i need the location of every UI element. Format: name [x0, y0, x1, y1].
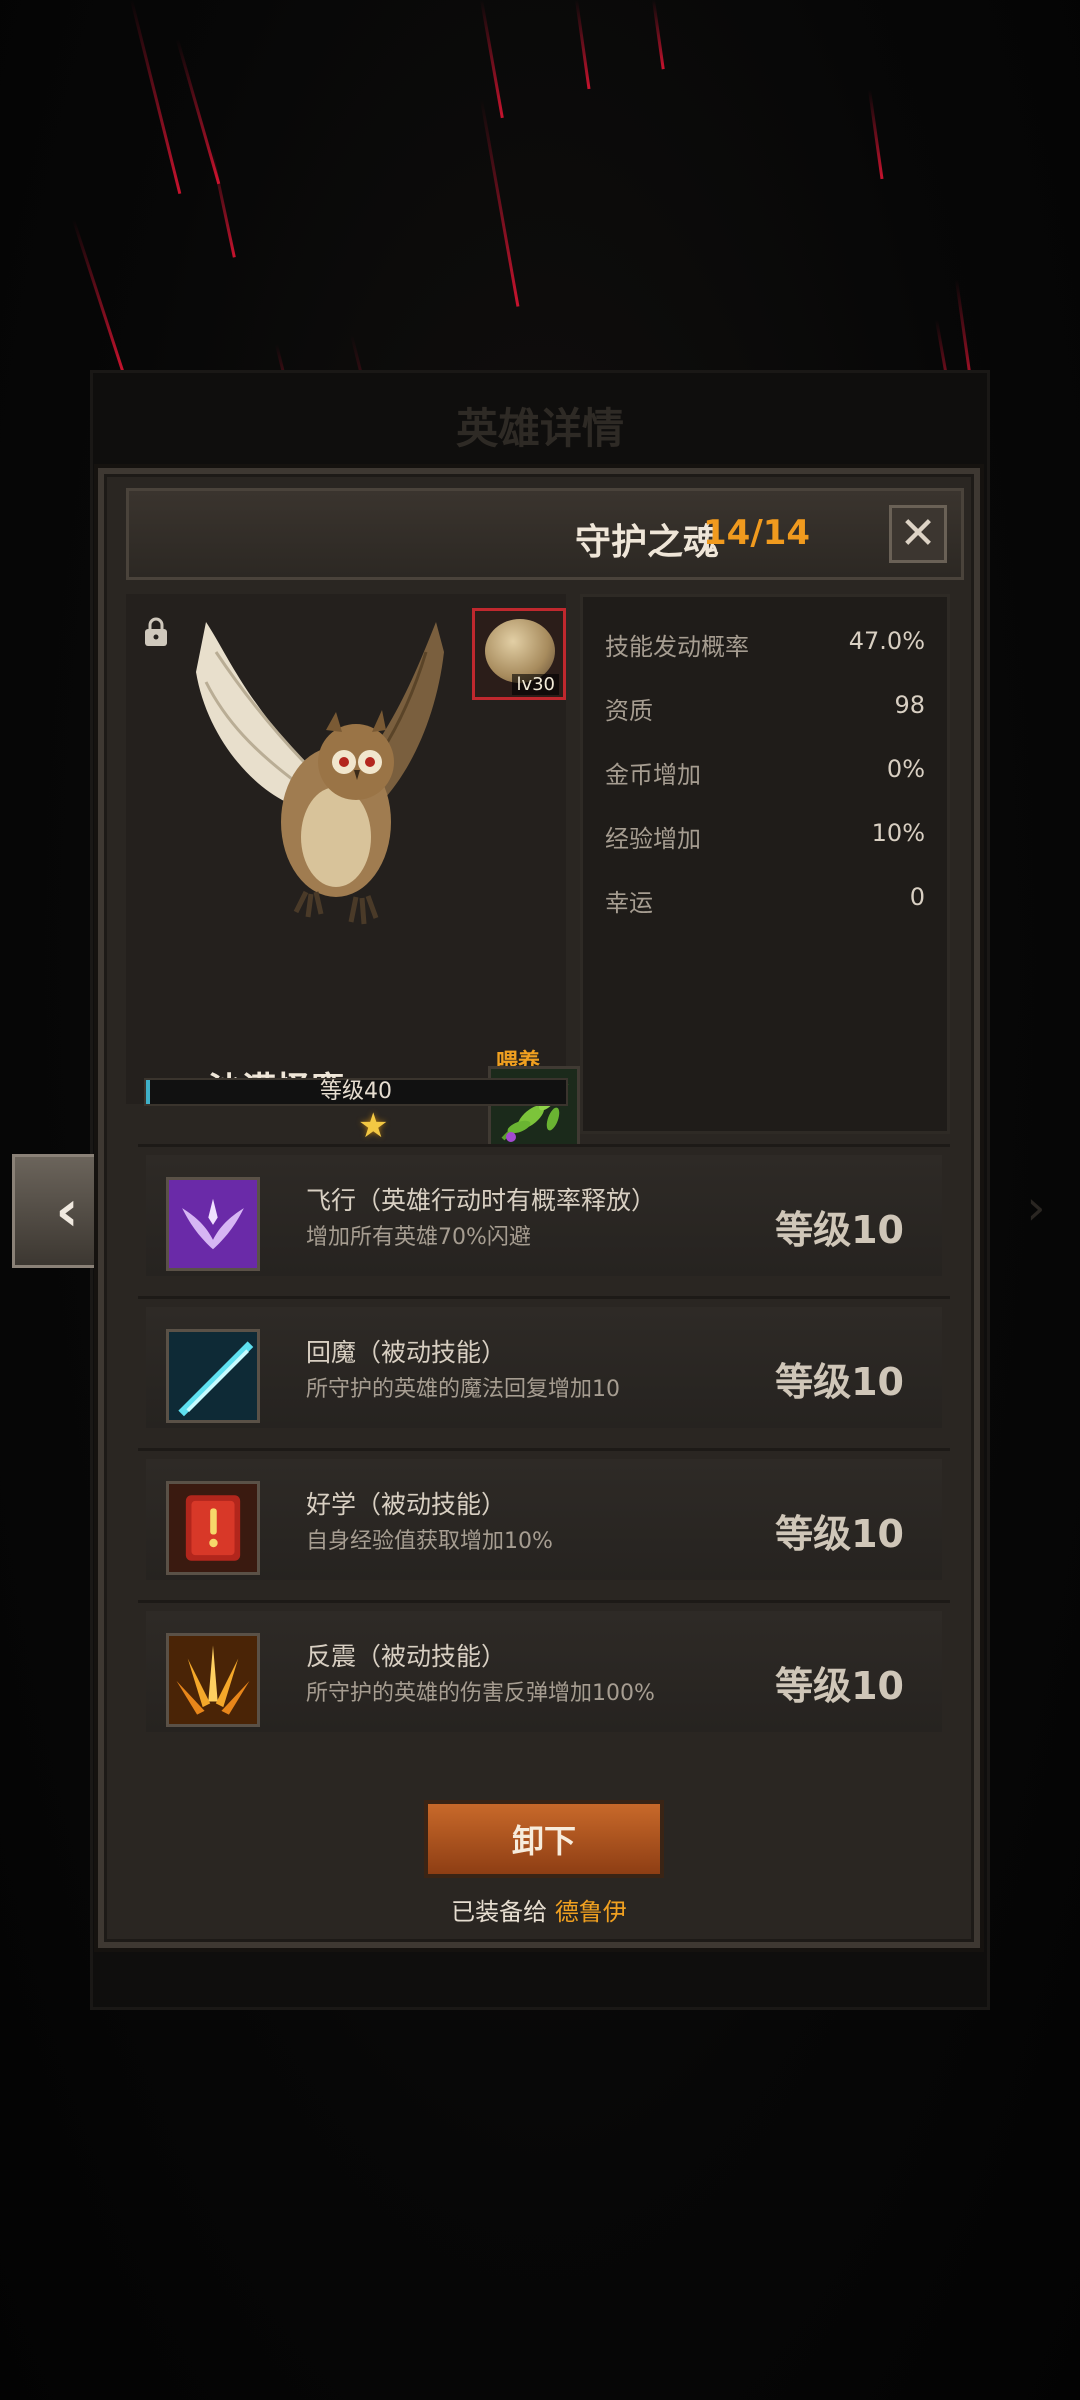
stat-label: 技能发动概率	[605, 633, 749, 661]
lock-icon[interactable]	[142, 616, 170, 648]
skill-name: 回魔（被动技能）	[306, 1338, 507, 1367]
skill-item[interactable]: 飞行（英雄行动时有概率释放） 增加所有英雄70%闪避 等级10	[138, 1144, 950, 1284]
stat-row: 金币增加 0%	[605, 755, 925, 795]
skill-desc: 自身经验值获取增加10%	[306, 1529, 553, 1554]
stat-value: 10%	[871, 819, 925, 847]
equipped-info: 已装备给 德鲁伊	[104, 1892, 974, 1927]
stat-row: 幸运 0	[605, 883, 925, 923]
modal-title: 守护之魂	[574, 522, 719, 563]
skill-name: 反震（被动技能）	[306, 1642, 507, 1671]
stat-row: 技能发动概率 47.0%	[605, 627, 925, 667]
skill-desc: 所守护的英雄的魔法回复增加10	[306, 1377, 620, 1402]
modal-header: 守护之魂 14/14 ✕	[126, 488, 964, 580]
skill-desc: 所守护的英雄的伤害反弹增加100%	[306, 1681, 655, 1706]
stat-value: 0%	[886, 755, 925, 783]
stat-label: 经验增加	[605, 825, 701, 853]
stat-label: 资质	[605, 697, 653, 725]
skill-level: 等级10	[775, 1512, 904, 1556]
skill-level: 等级10	[775, 1360, 904, 1404]
chevron-left-icon: ‹	[55, 1178, 79, 1244]
skill-item[interactable]: 好学（被动技能） 自身经验值获取增加10% 等级10	[138, 1448, 950, 1588]
skill-item[interactable]: 反震（被动技能） 所守护的英雄的伤害反弹增加100% 等级10	[138, 1600, 950, 1740]
unequip-button[interactable]: 卸下	[424, 1800, 664, 1878]
egg-level: lv30	[512, 674, 559, 695]
stat-label: 幸运	[605, 889, 653, 917]
spikes-icon	[166, 1633, 260, 1727]
level-text: 等级40	[320, 1079, 392, 1104]
wings-icon	[166, 1177, 260, 1271]
guardian-soul-modal: 守护之魂 14/14 ✕ lv30 ★ 喂养 等级40 技能发动概率 47.0%…	[98, 468, 980, 1948]
close-button[interactable]: ✕	[889, 505, 947, 563]
stats-panel: 技能发动概率 47.0% 资质 98 金币增加 0% 经验增加 10% 幸运 0	[580, 594, 950, 1134]
book-icon	[166, 1481, 260, 1575]
star-icon: ★	[358, 1106, 389, 1146]
close-icon: ✕	[899, 508, 937, 559]
stat-value: 47.0%	[848, 627, 925, 655]
back-panel-title: 英雄详情	[455, 404, 624, 453]
owl-creature-image	[196, 622, 444, 925]
mana-beam-icon	[166, 1329, 260, 1423]
stat-row: 资质 98	[605, 691, 925, 731]
skill-level: 等级10	[775, 1208, 904, 1252]
creature-panel: lv30 沙漠怪鹰 ★ 喂养 x412	[126, 594, 580, 1177]
chevron-right-icon: ›	[1026, 1180, 1046, 1236]
skill-name: 好学（被动技能）	[306, 1490, 507, 1519]
equipped-hero-name: 德鲁伊	[554, 1898, 627, 1926]
next-arrow-button[interactable]: ›	[1006, 1168, 1066, 1248]
skill-level: 等级10	[775, 1664, 904, 1708]
skill-item[interactable]: 回魔（被动技能） 所守护的英雄的魔法回复增加10 等级10	[138, 1296, 950, 1436]
stat-value: 0	[909, 883, 925, 911]
level-progress-bar: 等级40	[144, 1078, 568, 1106]
stat-row: 经验增加 10%	[605, 819, 925, 859]
soul-count: 14/14	[703, 513, 811, 553]
skill-desc: 增加所有英雄70%闪避	[306, 1225, 531, 1250]
soul-egg-slot[interactable]: lv30	[472, 608, 566, 700]
equipped-prefix: 已装备给	[451, 1898, 548, 1926]
skill-name: 飞行（英雄行动时有概率释放）	[306, 1186, 657, 1215]
stat-value: 98	[894, 691, 925, 719]
stat-label: 金币增加	[605, 761, 701, 789]
